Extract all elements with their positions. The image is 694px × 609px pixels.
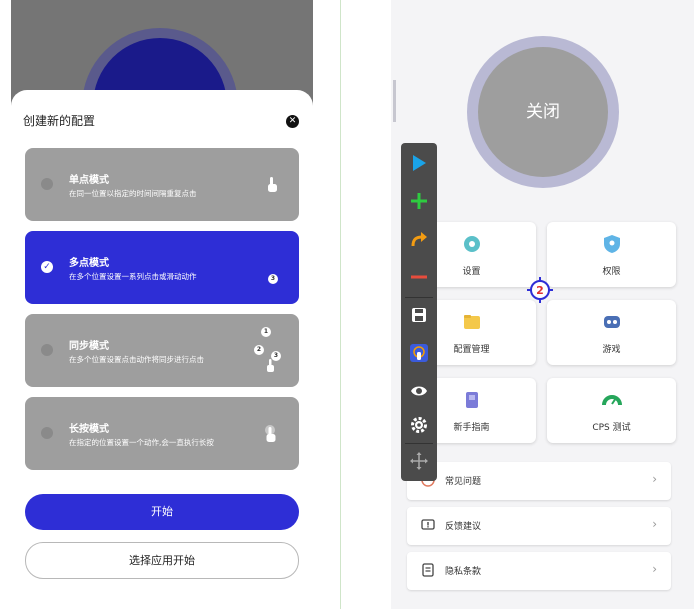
tile-games[interactable]: 游戏 [547,300,676,365]
chevron-right-icon: › [652,517,657,531]
start-button[interactable]: 开始 [25,494,299,530]
mode-name: 多点模式 [69,258,109,269]
gear-icon[interactable] [401,409,437,441]
shield-icon [602,234,622,254]
edge-handle[interactable] [393,80,396,122]
swipe-arrow-icon[interactable] [401,223,437,255]
choose-app-start-button[interactable]: 选择应用开始 [25,542,299,579]
chevron-right-icon: › [652,472,657,486]
list-label: 反馈建议 [445,522,482,532]
mode-radio[interactable] [41,344,53,356]
tile-label: CPS 测试 [592,423,631,433]
speedometer-icon [601,390,622,410]
mode-card-long-press[interactable]: 长按模式 在指定的位置设置一个动作,会一直执行长按 [25,397,299,470]
anti-detection-icon[interactable] [401,337,437,369]
feedback-icon [421,518,435,532]
minus-icon[interactable] [401,261,437,293]
sheet-title: 创建新的配置 [23,114,96,128]
tap-hand-icon [265,176,279,198]
mode-card-sync[interactable]: 同步模式 在多个位置设置点击动作将同步进行点击 1 2 3 [25,314,299,387]
mode-card-multi-point[interactable]: ✓ 多点模式 在多个位置设置一系列点击或滑动动作 3 [25,231,299,304]
play-icon[interactable] [401,147,437,179]
left-phone-screen: 创建新的配置 ✕ 单点模式 在同一位置以指定的时间间隔重复点击 ✓ 多点模式 在… [11,0,313,609]
numbered-badge-icon: 3 [268,274,278,284]
create-config-sheet: 创建新的配置 ✕ 单点模式 在同一位置以指定的时间间隔重复点击 ✓ 多点模式 在… [11,90,313,609]
target-number: 2 [536,284,544,297]
mode-radio[interactable] [41,427,53,439]
gear-icon [462,234,482,254]
sync-badge-1: 1 [261,327,271,337]
mode-description: 在多个位置设置一系列点击或滑动动作 [69,272,197,281]
book-icon [462,390,482,410]
toolbar-divider [405,297,433,298]
privacy-doc-icon [421,563,435,577]
toolbar-divider [405,443,433,444]
mode-description: 在指定的位置设置一个动作,会一直执行长按 [69,438,214,447]
list-label: 常见问题 [445,477,482,487]
list-item-privacy[interactable]: 隐私条款 › [407,552,671,590]
tile-label: 游戏 [602,345,621,355]
mode-card-single-point[interactable]: 单点模式 在同一位置以指定的时间间隔重复点击 [25,148,299,221]
floating-toolbar [401,143,437,481]
tile-cps-test[interactable]: CPS 测试 [547,378,676,443]
close-icon[interactable]: ✕ [286,115,299,128]
chevron-right-icon: › [652,562,657,576]
mode-name: 长按模式 [69,424,109,435]
sync-badge-2: 2 [254,345,264,355]
tile-permissions[interactable]: 权限 [547,222,676,287]
list-label: 隐私条款 [445,567,482,577]
mode-name: 同步模式 [69,341,109,352]
long-press-hand-icon [263,425,279,447]
eye-icon[interactable] [401,375,437,407]
save-icon[interactable] [401,299,437,331]
gamepad-icon [602,312,622,332]
panel-divider [340,0,341,609]
right-phone-screen: 关闭 设置 权限 配置管理 游戏 新手指南 CPS 测试 常见问题 › 反馈建议… [391,0,694,609]
list-item-faq[interactable]: 常见问题 › [407,462,671,500]
mode-radio[interactable] [41,178,53,190]
list-item-feedback[interactable]: 反馈建议 › [407,507,671,545]
check-icon[interactable]: ✓ [41,261,53,273]
mode-description: 在同一位置以指定的时间间隔重复点击 [69,189,197,198]
move-icon[interactable] [401,445,437,477]
power-toggle-button[interactable]: 关闭 [478,47,608,177]
mode-description: 在多个位置设置点击动作将同步进行点击 [69,355,204,364]
mode-name: 单点模式 [69,175,109,186]
tile-label: 权限 [602,267,621,277]
folder-icon [462,312,482,332]
tap-target-marker[interactable]: 2 [527,277,553,303]
plus-icon[interactable] [401,185,437,217]
screenshot-stage: 创建新的配置 ✕ 单点模式 在同一位置以指定的时间间隔重复点击 ✓ 多点模式 在… [0,0,694,609]
multi-tap-icon [266,358,276,377]
